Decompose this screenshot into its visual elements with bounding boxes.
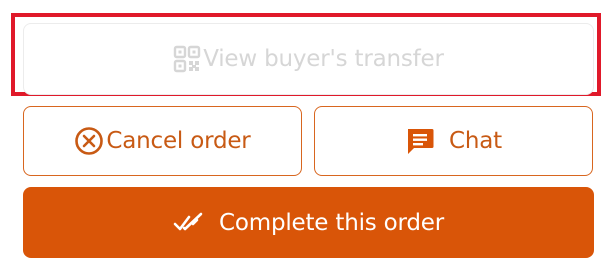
view-buyer-transfer-button[interactable]: View buyer's transfer [23,23,594,95]
chat-bubble-icon [405,126,435,156]
double-check-icon [173,212,203,234]
cancel-order-label: Cancel order [106,128,251,154]
cancel-circle-icon [74,126,104,156]
view-buyer-transfer-label: View buyer's transfer [203,46,444,72]
complete-order-label: Complete this order [219,209,444,236]
chat-label: Chat [449,128,502,154]
qr-code-icon [173,45,201,73]
complete-order-button[interactable]: Complete this order [23,187,594,258]
cancel-order-button[interactable]: Cancel order [23,106,302,176]
chat-button[interactable]: Chat [314,106,593,176]
